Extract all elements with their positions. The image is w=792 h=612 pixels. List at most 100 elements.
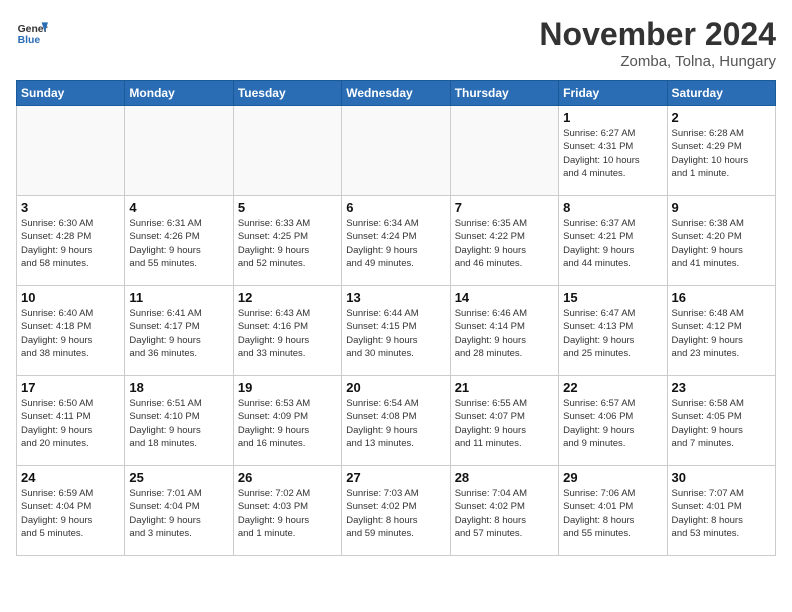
day-info: Sunrise: 7:01 AM Sunset: 4:04 PM Dayligh… — [129, 487, 228, 540]
day-info: Sunrise: 7:07 AM Sunset: 4:01 PM Dayligh… — [672, 487, 771, 540]
weekday-header: Tuesday — [233, 81, 341, 106]
calendar-cell: 12 Sunrise: 6:43 AM Sunset: 4:16 PM Dayli… — [233, 286, 341, 376]
day-number: 8 — [563, 200, 662, 215]
day-number: 30 — [672, 470, 771, 485]
day-number: 5 — [238, 200, 337, 215]
day-info: Sunrise: 6:40 AM Sunset: 4:18 PM Dayligh… — [21, 307, 120, 360]
day-info: Sunrise: 6:31 AM Sunset: 4:26 PM Dayligh… — [129, 217, 228, 270]
day-number: 11 — [129, 290, 228, 305]
calendar-cell: 20 Sunrise: 6:54 AM Sunset: 4:08 PM Dayli… — [342, 376, 450, 466]
calendar-week-row: 1Sunrise: 6:27 AM Sunset: 4:31 PM Daylig… — [17, 106, 776, 196]
day-info: Sunrise: 6:57 AM Sunset: 4:06 PM Dayligh… — [563, 397, 662, 450]
day-number: 26 — [238, 470, 337, 485]
calendar-cell: 21 Sunrise: 6:55 AM Sunset: 4:07 PM Dayli… — [450, 376, 558, 466]
day-number: 13 — [346, 290, 445, 305]
day-number: 7 — [455, 200, 554, 215]
day-info: Sunrise: 6:59 AM Sunset: 4:04 PM Dayligh… — [21, 487, 120, 540]
day-info: Sunrise: 6:54 AM Sunset: 4:08 PM Dayligh… — [346, 397, 445, 450]
day-info: Sunrise: 7:03 AM Sunset: 4:02 PM Dayligh… — [346, 487, 445, 540]
day-number: 2 — [672, 110, 771, 125]
title-block: November 2024 Zomba, Tolna, Hungary — [539, 16, 776, 70]
day-number: 18 — [129, 380, 228, 395]
calendar-cell: 5 Sunrise: 6:33 AM Sunset: 4:25 PM Daylig… — [233, 196, 341, 286]
calendar-cell: 26 Sunrise: 7:02 AM Sunset: 4:03 PM Dayli… — [233, 466, 341, 556]
day-number: 24 — [21, 470, 120, 485]
day-number: 15 — [563, 290, 662, 305]
day-number: 9 — [672, 200, 771, 215]
day-info: Sunrise: 7:02 AM Sunset: 4:03 PM Dayligh… — [238, 487, 337, 540]
day-number: 23 — [672, 380, 771, 395]
day-info: Sunrise: 7:06 AM Sunset: 4:01 PM Dayligh… — [563, 487, 662, 540]
day-number: 14 — [455, 290, 554, 305]
calendar-cell: 18Sunrise: 6:51 AM Sunset: 4:10 PM Dayli… — [125, 376, 233, 466]
day-number: 16 — [672, 290, 771, 305]
day-info: Sunrise: 6:53 AM Sunset: 4:09 PM Dayligh… — [238, 397, 337, 450]
calendar-cell — [125, 106, 233, 196]
day-info: Sunrise: 6:41 AM Sunset: 4:17 PM Dayligh… — [129, 307, 228, 360]
day-info: Sunrise: 6:48 AM Sunset: 4:12 PM Dayligh… — [672, 307, 771, 360]
day-info: Sunrise: 6:44 AM Sunset: 4:15 PM Dayligh… — [346, 307, 445, 360]
calendar-cell: 3Sunrise: 6:30 AM Sunset: 4:28 PM Daylig… — [17, 196, 125, 286]
day-number: 21 — [455, 380, 554, 395]
calendar-cell: 9Sunrise: 6:38 AM Sunset: 4:20 PM Daylig… — [667, 196, 775, 286]
calendar-cell: 30 Sunrise: 7:07 AM Sunset: 4:01 PM Dayli… — [667, 466, 775, 556]
location: Zomba, Tolna, Hungary — [539, 53, 776, 70]
day-info: Sunrise: 6:43 AM Sunset: 4:16 PM Dayligh… — [238, 307, 337, 360]
calendar-cell — [233, 106, 341, 196]
month-title: November 2024 — [539, 16, 776, 53]
calendar-cell: 2 Sunrise: 6:28 AM Sunset: 4:29 PM Daylig… — [667, 106, 775, 196]
calendar-header-row: SundayMondayTuesdayWednesdayThursdayFrid… — [17, 81, 776, 106]
calendar-cell: 19 Sunrise: 6:53 AM Sunset: 4:09 PM Dayli… — [233, 376, 341, 466]
calendar-cell — [450, 106, 558, 196]
day-info: Sunrise: 6:33 AM Sunset: 4:25 PM Dayligh… — [238, 217, 337, 270]
day-info: Sunrise: 6:35 AM Sunset: 4:22 PM Dayligh… — [455, 217, 554, 270]
calendar-cell: 27 Sunrise: 7:03 AM Sunset: 4:02 PM Dayli… — [342, 466, 450, 556]
day-info: Sunrise: 6:27 AM Sunset: 4:31 PM Dayligh… — [563, 127, 662, 180]
day-number: 12 — [238, 290, 337, 305]
calendar-cell: 17 Sunrise: 6:50 AM Sunset: 4:11 PM Dayli… — [17, 376, 125, 466]
calendar-cell: 29 Sunrise: 7:06 AM Sunset: 4:01 PM Dayli… — [559, 466, 667, 556]
logo: General Blue — [16, 16, 48, 48]
calendar-cell: 28 Sunrise: 7:04 AM Sunset: 4:02 PM Dayli… — [450, 466, 558, 556]
calendar-cell: 10 Sunrise: 6:40 AM Sunset: 4:18 PM Dayli… — [17, 286, 125, 376]
calendar-cell: 4 Sunrise: 6:31 AM Sunset: 4:26 PM Daylig… — [125, 196, 233, 286]
day-number: 17 — [21, 380, 120, 395]
calendar-week-row: 3Sunrise: 6:30 AM Sunset: 4:28 PM Daylig… — [17, 196, 776, 286]
day-number: 28 — [455, 470, 554, 485]
calendar-cell — [17, 106, 125, 196]
logo-icon: General Blue — [16, 16, 48, 48]
weekday-header: Wednesday — [342, 81, 450, 106]
day-info: Sunrise: 6:37 AM Sunset: 4:21 PM Dayligh… — [563, 217, 662, 270]
day-number: 27 — [346, 470, 445, 485]
day-number: 22 — [563, 380, 662, 395]
day-number: 6 — [346, 200, 445, 215]
day-info: Sunrise: 6:50 AM Sunset: 4:11 PM Dayligh… — [21, 397, 120, 450]
day-info: Sunrise: 6:28 AM Sunset: 4:29 PM Dayligh… — [672, 127, 771, 180]
day-info: Sunrise: 6:47 AM Sunset: 4:13 PM Dayligh… — [563, 307, 662, 360]
calendar-cell: 8 Sunrise: 6:37 AM Sunset: 4:21 PM Daylig… — [559, 196, 667, 286]
calendar-week-row: 24 Sunrise: 6:59 AM Sunset: 4:04 PM Dayli… — [17, 466, 776, 556]
day-number: 25 — [129, 470, 228, 485]
day-info: Sunrise: 6:55 AM Sunset: 4:07 PM Dayligh… — [455, 397, 554, 450]
calendar-cell: 11 Sunrise: 6:41 AM Sunset: 4:17 PM Dayli… — [125, 286, 233, 376]
svg-text:Blue: Blue — [18, 35, 41, 46]
day-number: 3 — [21, 200, 120, 215]
day-info: Sunrise: 6:46 AM Sunset: 4:14 PM Dayligh… — [455, 307, 554, 360]
day-info: Sunrise: 7:04 AM Sunset: 4:02 PM Dayligh… — [455, 487, 554, 540]
calendar-cell: 22 Sunrise: 6:57 AM Sunset: 4:06 PM Dayli… — [559, 376, 667, 466]
calendar-cell: 24 Sunrise: 6:59 AM Sunset: 4:04 PM Dayli… — [17, 466, 125, 556]
weekday-header: Saturday — [667, 81, 775, 106]
day-number: 4 — [129, 200, 228, 215]
day-info: Sunrise: 6:34 AM Sunset: 4:24 PM Dayligh… — [346, 217, 445, 270]
day-number: 20 — [346, 380, 445, 395]
calendar-cell: 1Sunrise: 6:27 AM Sunset: 4:31 PM Daylig… — [559, 106, 667, 196]
day-info: Sunrise: 6:58 AM Sunset: 4:05 PM Dayligh… — [672, 397, 771, 450]
day-number: 19 — [238, 380, 337, 395]
weekday-header: Sunday — [17, 81, 125, 106]
weekday-header: Friday — [559, 81, 667, 106]
calendar-week-row: 10 Sunrise: 6:40 AM Sunset: 4:18 PM Dayli… — [17, 286, 776, 376]
day-number: 10 — [21, 290, 120, 305]
calendar-cell: 13 Sunrise: 6:44 AM Sunset: 4:15 PM Dayli… — [342, 286, 450, 376]
calendar-table: SundayMondayTuesdayWednesdayThursdayFrid… — [16, 80, 776, 556]
day-number: 29 — [563, 470, 662, 485]
